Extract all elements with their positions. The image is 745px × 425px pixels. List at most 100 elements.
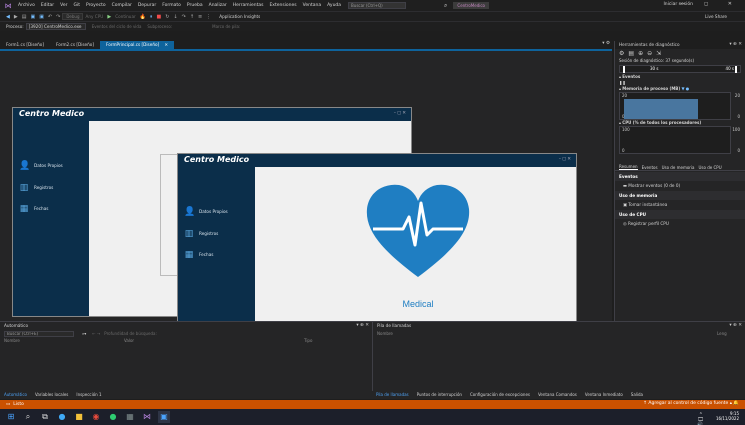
pin-close-icon[interactable]: ▾ ⊕ ✕ (729, 322, 742, 330)
redo-icon[interactable]: ↷ (56, 14, 60, 20)
continue-button[interactable]: Continuar (115, 14, 136, 19)
menu-analizar[interactable]: Analizar (206, 3, 230, 8)
tab-command-window[interactable]: Ventana Comandos (538, 391, 577, 399)
live-share-button[interactable]: Live Share (705, 14, 727, 19)
restart-icon[interactable]: ↻ (165, 14, 169, 20)
window-buttons[interactable]: –▢✕ (394, 111, 407, 116)
continue-icon[interactable]: ▶ (107, 14, 111, 20)
menu-ventana[interactable]: Ventana (300, 3, 324, 8)
edge-browser-icon[interactable]: ● (56, 411, 68, 423)
search-input[interactable]: Buscar (Ctrl+Q) (348, 2, 407, 9)
pause-icon[interactable]: ⏸ (150, 14, 153, 20)
column-header-value[interactable]: Valor (120, 338, 300, 343)
save-all-icon[interactable]: ▣ (39, 14, 44, 20)
menu-prueba[interactable]: Prueba (184, 3, 206, 8)
tab-immediate-window[interactable]: Ventana Inmediato (585, 391, 623, 399)
file-explorer-icon[interactable]: ■ (73, 411, 85, 423)
sidebar-item-datos-propios[interactable]: 👤 Datos Propios (19, 161, 63, 171)
autos-search-input[interactable]: Buscar (Ctrl+E) (4, 330, 74, 337)
undo-icon[interactable]: ↶ (48, 14, 52, 20)
nav-arrows-icon[interactable]: ← → (92, 331, 100, 336)
back-navigation-icon[interactable]: ◀ (6, 14, 10, 20)
tab-dropdown-icon[interactable]: ▾ ⚙ (602, 41, 610, 46)
menu-ver[interactable]: Ver (57, 3, 70, 8)
format-icon[interactable]: ⋮ (206, 14, 211, 20)
search-icon[interactable]: ⌕ (22, 411, 34, 423)
show-events-link[interactable]: ▬ Mostrar eventos (0 de 0) (615, 181, 745, 190)
task-view-icon[interactable]: ⧉ (39, 411, 51, 423)
align-icon[interactable]: ≡ (198, 14, 202, 20)
zoom-out-icon[interactable]: ⊖ (647, 50, 656, 57)
tab-resumen[interactable]: Resumen (619, 164, 638, 170)
add-to-source-control-button[interactable]: ↑ Agregar al control de código fuente ▴ … (643, 401, 739, 406)
tray-icons[interactable]: ⌃ 🖵 🔊 (697, 413, 703, 425)
close-tab-icon[interactable]: ✕ (165, 42, 169, 47)
column-header-name[interactable]: Nombre (0, 338, 120, 343)
application-insights-button[interactable]: Application Insights (219, 14, 260, 19)
column-header-name[interactable]: Nombre (373, 331, 713, 336)
tab-form2-design[interactable]: Form2.cs [Diseño] (50, 41, 100, 49)
timeline-start-handle[interactable] (623, 66, 625, 73)
window-buttons[interactable]: –▢✕ (559, 157, 572, 162)
menu-depurar[interactable]: Depurar (135, 3, 159, 8)
sidebar-item-fechas[interactable]: ▦ Fechas (184, 250, 214, 260)
visual-studio-icon[interactable]: ⋈ (141, 411, 153, 423)
menu-compilar[interactable]: Compilar (109, 3, 135, 8)
report-icon[interactable]: ▤ (628, 50, 638, 57)
menu-editar[interactable]: Editar (38, 3, 57, 8)
timeline-ruler[interactable]: 30 s 40 s (619, 65, 741, 73)
pin-close-icon[interactable]: ▾ ⊕ ✕ (729, 41, 742, 49)
platform-select[interactable]: Any CPU (85, 14, 103, 19)
windows-start-icon[interactable]: ⊞ (5, 411, 17, 423)
clock-date[interactable]: 16/11/2022 (716, 416, 739, 421)
stop-icon[interactable]: ■ (156, 14, 161, 20)
take-snapshot-link[interactable]: ▣ Tomar instantánea (615, 200, 745, 209)
tab-exception-settings[interactable]: Configuración de excepciones (470, 391, 530, 399)
tab-watch-1[interactable]: Inspección 1 (76, 391, 101, 399)
window-controls[interactable]: — ◻ ✕ (679, 1, 741, 7)
new-file-icon[interactable]: ▤ (22, 14, 27, 20)
menu-archivo[interactable]: Archivo (15, 3, 38, 8)
tab-call-stack[interactable]: Pila de llamadas (376, 391, 409, 399)
tab-breakpoints[interactable]: Puntos de interrupción (417, 391, 462, 399)
forward-navigation-icon[interactable]: ▶ (14, 14, 18, 20)
chrome-browser-icon[interactable]: ◉ (90, 411, 102, 423)
lifecycle-events-button[interactable]: Eventos del ciclo de vida (92, 24, 142, 29)
designer-app-icon[interactable]: ▣ (158, 411, 170, 423)
sidebar-item-registros[interactable]: ▥ Registros (19, 183, 54, 193)
sidebar-item-registros[interactable]: ▥ Registros (184, 229, 219, 239)
zoom-in-icon[interactable]: ⊕ (638, 50, 647, 57)
sidebar-item-fechas[interactable]: ▦ Fechas (19, 204, 49, 214)
menu-proyecto[interactable]: Proyecto (83, 3, 109, 8)
step-over-icon[interactable]: ↷ (182, 14, 186, 20)
spotify-icon[interactable]: ● (107, 411, 119, 423)
tab-formprincipal-design[interactable]: FormPrincipal.cs [Diseño] ✕ (100, 41, 175, 49)
menu-extensiones[interactable]: Extensiones (266, 3, 299, 8)
tab-autos[interactable]: Automático (4, 391, 27, 399)
step-out-icon[interactable]: ↑ (190, 14, 194, 20)
hot-reload-icon[interactable]: 🔥 (140, 14, 146, 20)
step-into-icon[interactable]: ↓ (173, 14, 177, 20)
config-select[interactable]: Debug (62, 13, 84, 20)
settings-gear-icon[interactable]: ⚙ (619, 50, 628, 57)
form-designer-surface[interactable]: Centro Medico –▢✕ 👤 Datos Propios ▥ Regist… (0, 51, 612, 363)
select-icon[interactable]: ⇲ (656, 50, 665, 57)
record-cpu-profile-link[interactable]: ◎ Registrar perfil CPU (615, 219, 745, 228)
process-select[interactable]: [3920] CentroMedico.exe (25, 23, 86, 30)
column-header-language[interactable]: Leng (713, 331, 727, 336)
tab-locals[interactable]: Variables locales (35, 391, 68, 399)
tab-eventos[interactable]: Eventos (642, 165, 658, 170)
save-icon[interactable]: ▣ (30, 14, 35, 20)
sidebar-item-datos-propios[interactable]: 👤 Datos Propios (184, 207, 228, 217)
notification-bell-icon[interactable]: 🔔 (733, 401, 739, 406)
menu-formato[interactable]: Formato (159, 3, 184, 8)
calculator-icon[interactable]: ▦ (124, 411, 136, 423)
tab-form1-design[interactable]: Form1.cs [Diseño] (0, 41, 50, 49)
search-icon[interactable]: ⌕▾ (82, 331, 86, 336)
tab-uso-memoria[interactable]: Uso de memoria (662, 165, 695, 170)
menu-herramientas[interactable]: Herramientas (230, 3, 267, 8)
column-header-type[interactable]: Tipo (300, 338, 312, 343)
menu-git[interactable]: Git (71, 3, 84, 8)
timeline-end-handle[interactable] (735, 66, 737, 73)
menu-ayuda[interactable]: Ayuda (324, 3, 344, 8)
